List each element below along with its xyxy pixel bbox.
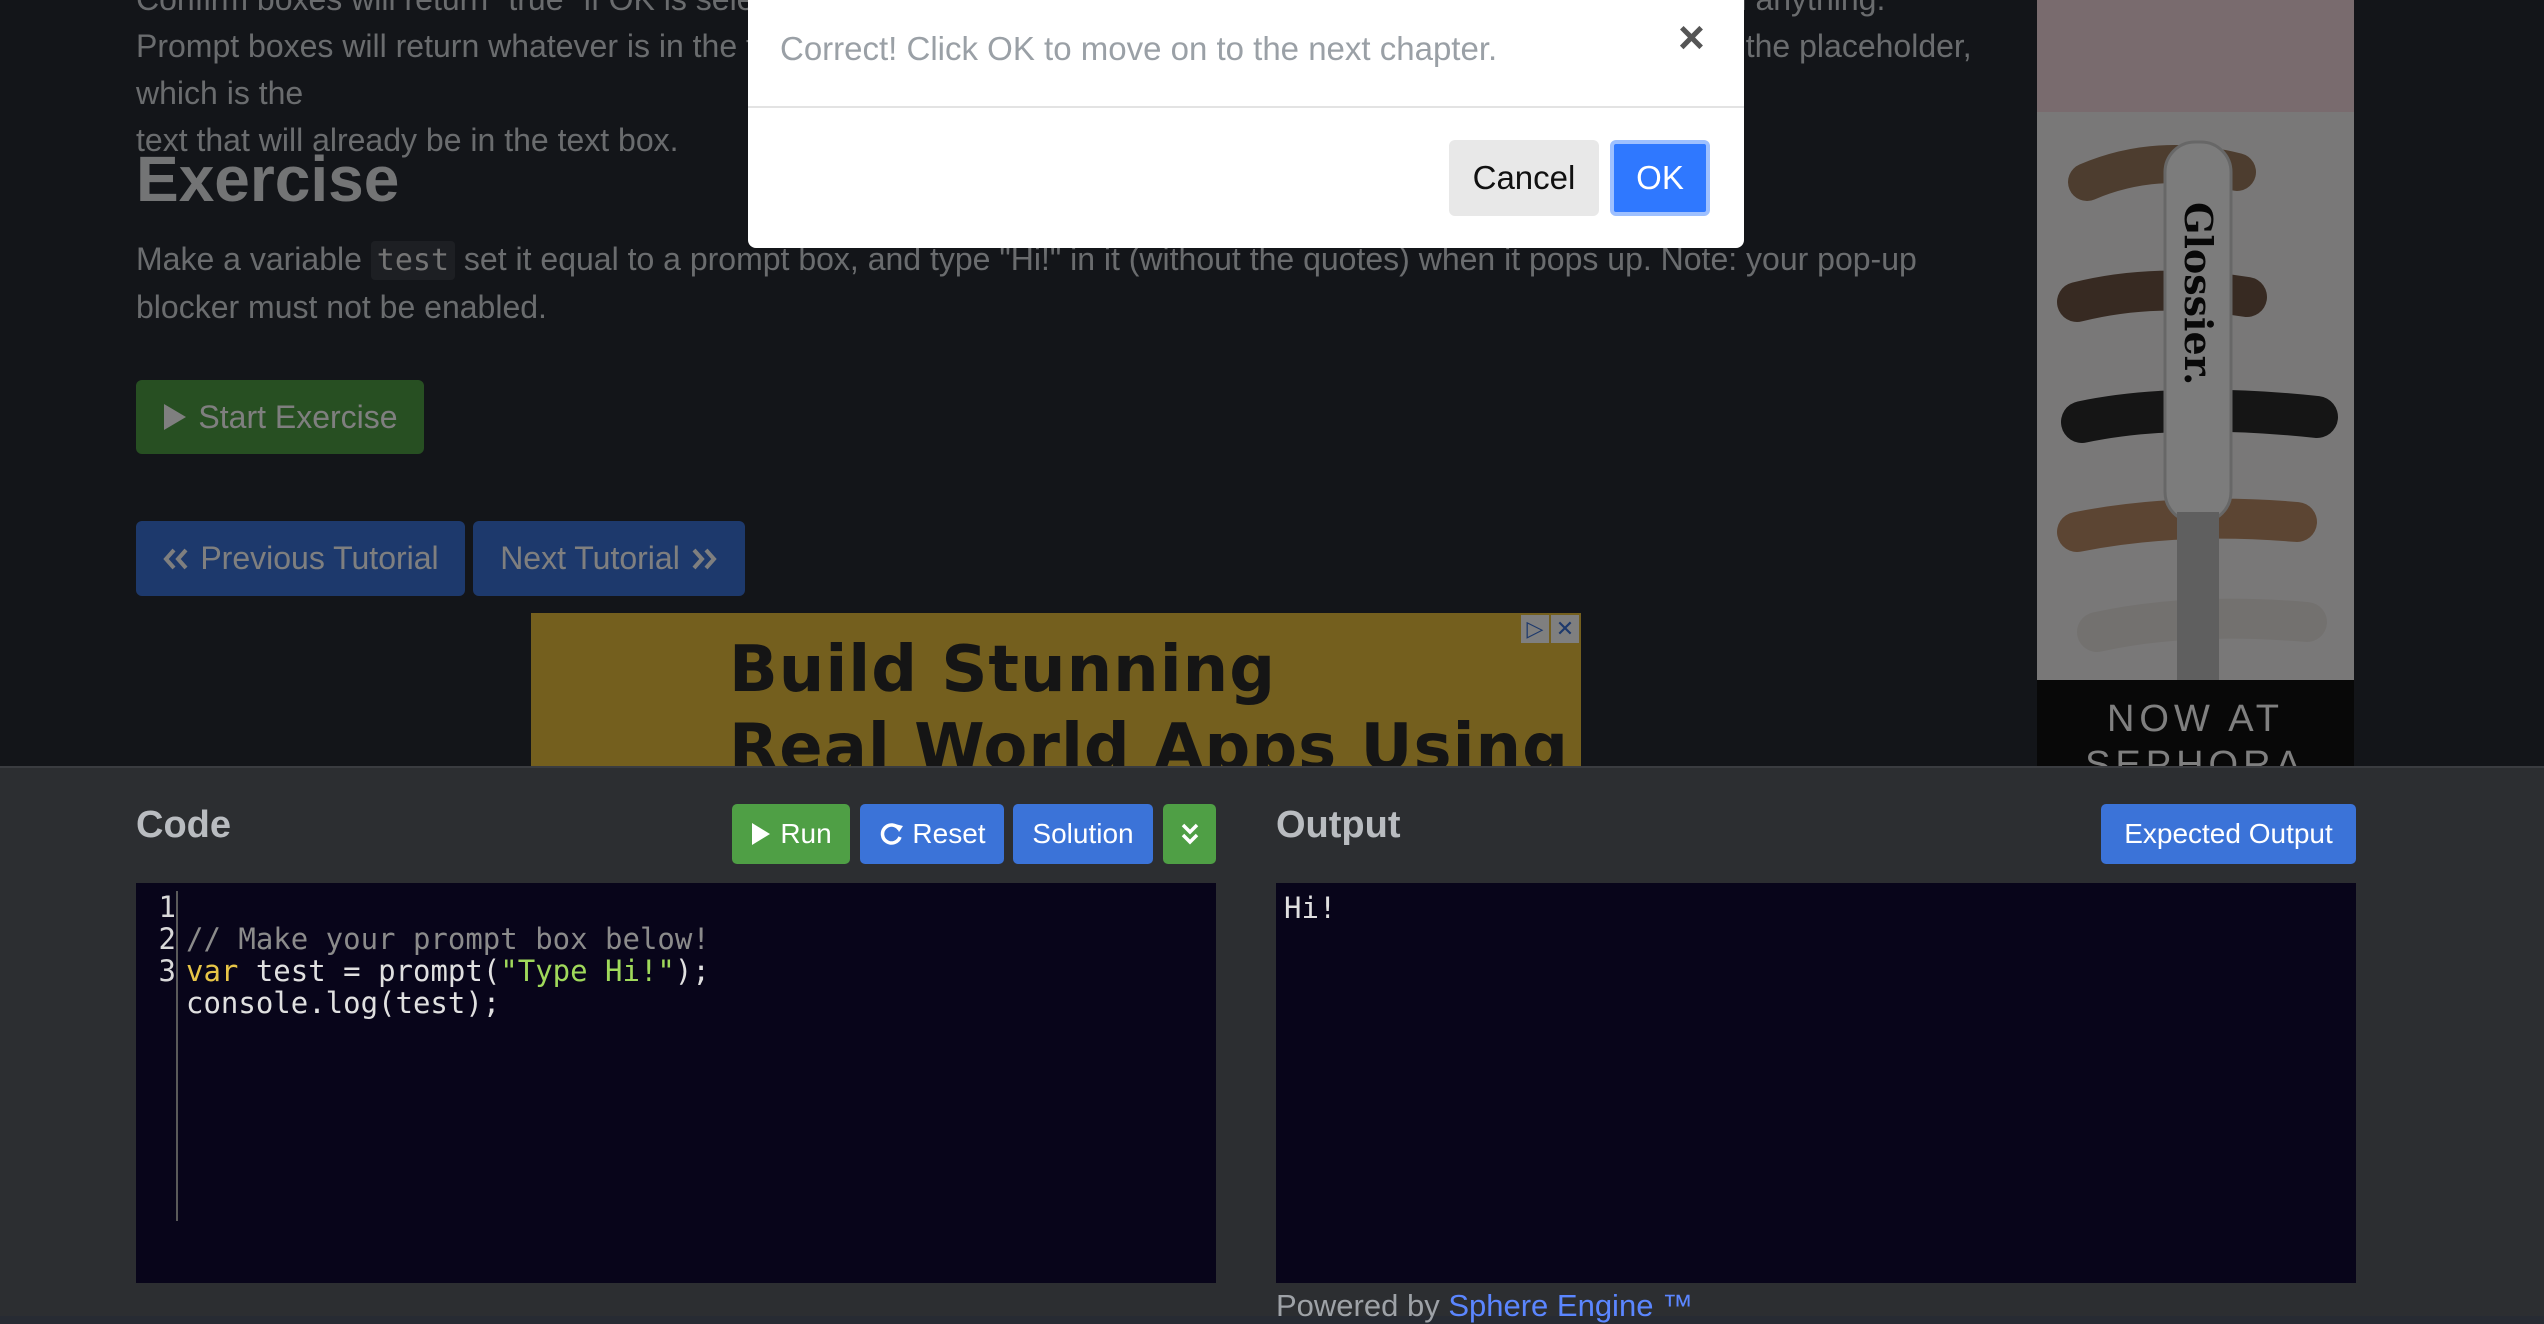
gutter-divider xyxy=(176,891,178,1221)
expected-output-label: Expected Output xyxy=(2124,818,2333,849)
code-text: console.log(test); xyxy=(186,986,501,1020)
double-chevron-down-icon xyxy=(1180,821,1200,847)
ok-button[interactable]: OK xyxy=(1610,140,1710,216)
code-text: ); xyxy=(674,954,710,988)
code-editor[interactable]: 1 2 3 // Make your prompt box below! var … xyxy=(136,883,1216,1283)
line-number: 1 xyxy=(158,890,176,924)
powered-by: Powered by Sphere Engine ™ xyxy=(1276,1288,1693,1324)
code-comment: // Make your prompt box below! xyxy=(186,922,710,956)
code-content[interactable]: // Make your prompt box below! var test =… xyxy=(186,891,710,1083)
solution-button[interactable]: Solution xyxy=(1013,804,1153,864)
code-line: // Make your prompt box below! xyxy=(186,923,710,955)
reset-button[interactable]: Reset xyxy=(860,804,1004,864)
code-keyword: var xyxy=(186,954,239,988)
output-text: Hi! xyxy=(1284,891,1337,925)
confirm-dialog: Correct! Click OK to move on to the next… xyxy=(748,0,1744,248)
powered-by-prefix: Powered by xyxy=(1276,1288,1449,1323)
reset-label: Reset xyxy=(912,818,986,849)
refresh-icon xyxy=(878,821,904,847)
dialog-divider xyxy=(748,106,1744,108)
play-icon xyxy=(750,821,772,847)
expand-panel-button[interactable] xyxy=(1163,804,1216,864)
output-panel-title: Output xyxy=(1276,804,1401,846)
cancel-button[interactable]: Cancel xyxy=(1449,140,1599,216)
code-text: test = prompt( xyxy=(238,954,501,988)
code-line: console.log(test); xyxy=(186,987,710,1019)
run-label: Run xyxy=(780,818,832,849)
close-icon[interactable]: × xyxy=(1678,10,1705,64)
expected-output-button[interactable]: Expected Output xyxy=(2101,804,2356,864)
code-string: "Type Hi!" xyxy=(500,954,675,988)
code-panel-title: Code xyxy=(136,804,231,846)
line-number: 2 xyxy=(158,922,176,956)
output-console: Hi! xyxy=(1276,883,2356,1283)
dialog-message: Correct! Click OK to move on to the next… xyxy=(780,30,1498,67)
line-number-gutter: 1 2 3 xyxy=(136,891,176,987)
solution-label: Solution xyxy=(1032,818,1134,849)
line-number: 3 xyxy=(158,954,176,988)
sphere-engine-link[interactable]: Sphere Engine ™ xyxy=(1448,1288,1693,1323)
code-line: var test = prompt("Type Hi!"); xyxy=(186,955,710,987)
run-button[interactable]: Run xyxy=(732,804,850,864)
